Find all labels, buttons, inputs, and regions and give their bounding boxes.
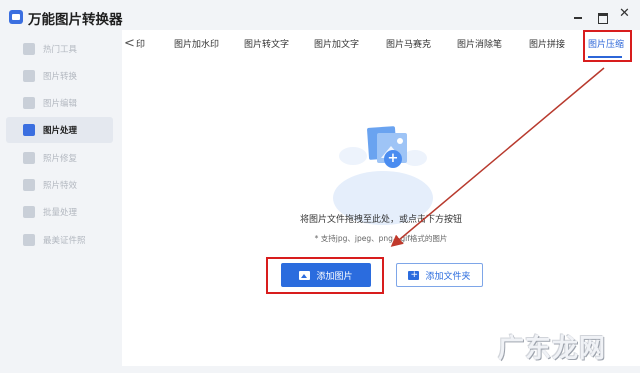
tab-watermark-partial[interactable]: 印 (136, 37, 145, 50)
sidebar-item-batch[interactable]: 批量处理 (6, 199, 113, 225)
tab-bar: < 印 图片加水印 图片转文字 图片加文字 图片马赛克 图片消除笔 图片拼接 图… (122, 30, 640, 62)
tab-add-watermark[interactable]: 图片加水印 (174, 37, 219, 50)
sun-icon (397, 138, 403, 144)
tab-stitch[interactable]: 图片拼接 (529, 37, 565, 50)
repair-icon (23, 152, 35, 164)
image-icon (299, 270, 311, 280)
effects-icon (23, 179, 35, 191)
sidebar-item-label: 图片编辑 (43, 99, 78, 109)
sidebar-item-id-photo[interactable]: 最美证件照 (6, 227, 113, 253)
edit-icon (23, 97, 35, 109)
sidebar-item-label: 图片转换 (43, 72, 78, 82)
tab-eraser[interactable]: 图片消除笔 (457, 37, 502, 50)
tab-add-text[interactable]: 图片加文字 (314, 37, 359, 50)
sidebar-item-label: 批量处理 (43, 208, 78, 218)
app-logo-icon (9, 10, 23, 24)
sidebar-item-image-convert[interactable]: 图片转换 (6, 63, 113, 89)
drop-instruction: 将图片文件拖拽至此处，或点击下方按钮 (299, 215, 462, 225)
minimize-icon[interactable] (573, 12, 583, 22)
convert-icon (23, 70, 35, 82)
image-process-icon (23, 124, 35, 136)
add-picture-label: 添加图片 (316, 271, 353, 282)
sidebar-item-label: 照片特效 (43, 181, 78, 191)
sidebar-item-photo-repair[interactable]: 照片修复 (6, 145, 113, 171)
id-photo-icon (23, 234, 35, 246)
add-picture-button[interactable]: 添加图片 (281, 263, 371, 287)
sidebar-item-label: 图片处理 (43, 126, 78, 136)
folder-plus-icon (408, 269, 420, 281)
sidebar-item-photo-effects[interactable]: 照片特效 (6, 172, 113, 198)
tab-mosaic[interactable]: 图片马赛克 (386, 37, 431, 50)
batch-icon (23, 206, 35, 218)
sidebar-item-image-edit[interactable]: 图片编辑 (6, 90, 113, 116)
app-title: 万能图片转换器 (28, 12, 123, 28)
sidebar-item-image-process[interactable]: 图片处理 (6, 117, 113, 143)
close-icon[interactable]: ✕ (619, 7, 630, 20)
cloud-puff (339, 147, 367, 165)
sidebar-item-label: 照片修复 (43, 154, 78, 164)
sidebar-item-label: 最美证件照 (43, 236, 86, 246)
chevron-left-icon[interactable]: < (124, 36, 135, 51)
maximize-icon[interactable] (597, 12, 608, 24)
watermark: 广东龙网 (498, 334, 607, 364)
plus-icon: + (384, 150, 402, 168)
sidebar: 热门工具 图片转换 图片编辑 图片处理 照片修复 照片特效 批量处理 最美证件照 (0, 36, 117, 373)
fire-icon (23, 43, 35, 55)
add-folder-button[interactable]: 添加文件夹 (396, 263, 483, 287)
tab-image-to-text[interactable]: 图片转文字 (244, 37, 289, 50)
format-hint: * 支持jpg、jpeg、png、gif格式的图片 (314, 234, 448, 243)
sidebar-item-label: 热门工具 (43, 45, 78, 55)
sidebar-item-hot-tools[interactable]: 热门工具 (6, 36, 113, 62)
main-panel: < 印 图片加水印 图片转文字 图片加文字 图片马赛克 图片消除笔 图片拼接 图… (122, 30, 640, 366)
add-folder-label: 添加文件夹 (425, 271, 471, 282)
tab-highlight-box (583, 30, 632, 62)
